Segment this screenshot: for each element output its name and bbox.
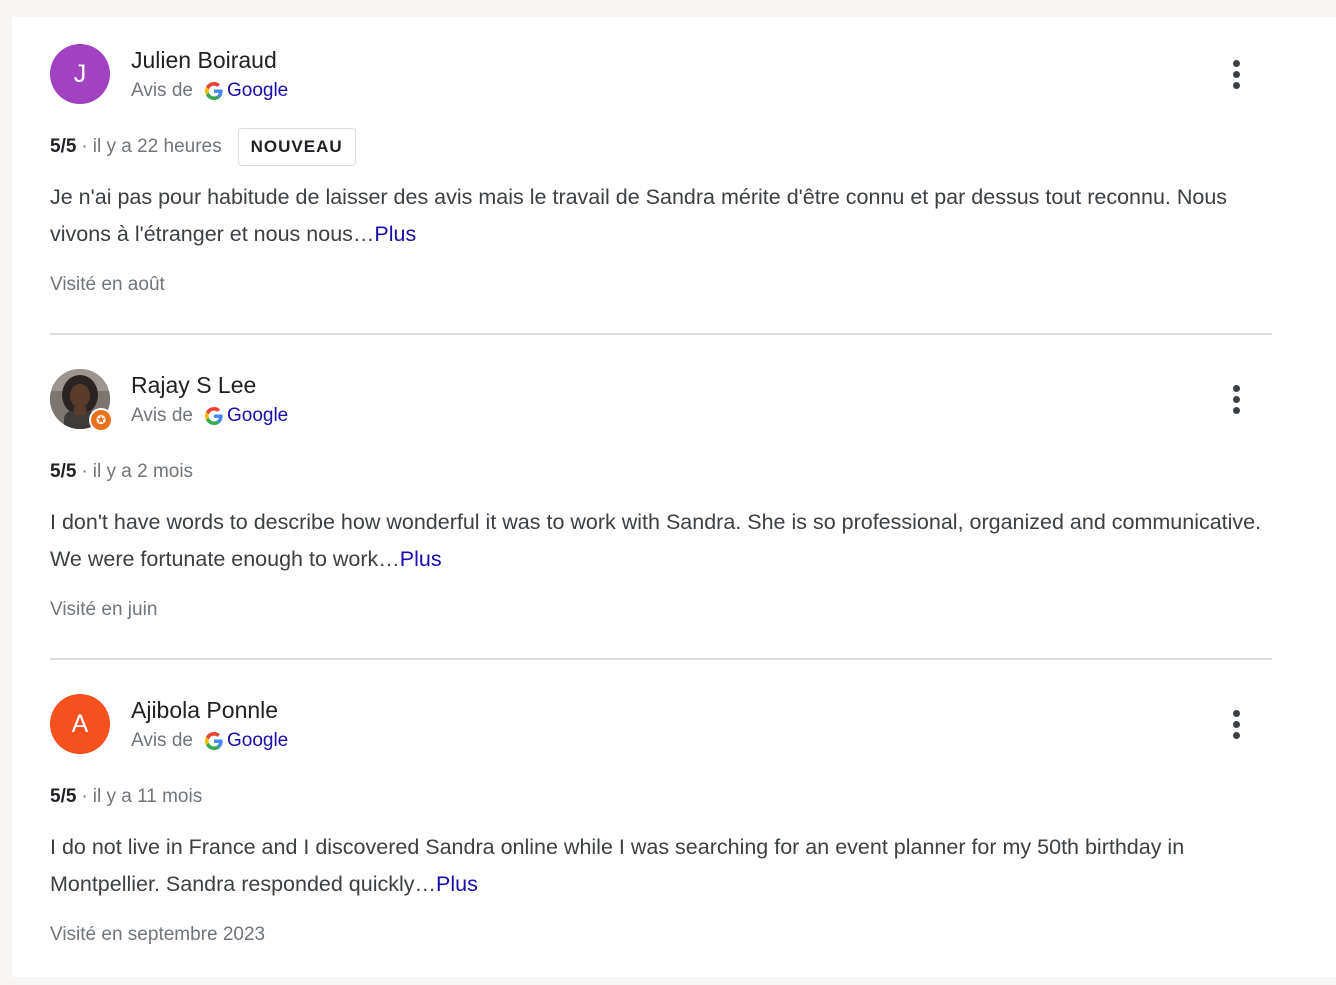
review-body: I don't have words to describe how wonde… <box>50 510 1262 571</box>
divider <box>50 658 1272 660</box>
source-prefix: Avis de <box>131 80 193 101</box>
visit-date: Visité en août <box>50 274 165 295</box>
more-vert-icon[interactable] <box>1222 55 1252 95</box>
avatar[interactable]: ✪ <box>50 369 113 432</box>
new-badge: NOUVEAU <box>237 128 356 166</box>
separator: · <box>81 136 88 157</box>
source-link[interactable]: Google <box>227 405 288 427</box>
more-vert-icon[interactable] <box>1222 705 1252 745</box>
avatar[interactable]: A <box>50 694 110 754</box>
menu-dot <box>1233 396 1240 403</box>
review-date: il y a 11 mois <box>92 786 203 807</box>
menu-dot <box>1233 407 1240 414</box>
review-card: J Julien Boiraud Avis de Google 5/5 · il… <box>50 17 1272 335</box>
more-link[interactable]: Plus <box>436 872 478 896</box>
rating: 5/5 <box>50 786 77 807</box>
source-link[interactable]: Google <box>227 730 288 752</box>
google-g-icon <box>204 732 223 750</box>
star-badge-icon: ✪ <box>89 408 113 432</box>
review-source: Avis de Google <box>131 730 288 752</box>
menu-dot <box>1233 60 1240 67</box>
review-date: il y a 22 heures <box>92 136 222 157</box>
divider <box>50 333 1272 335</box>
review-body: I do not live in France and I discovered… <box>50 835 1185 896</box>
review-text: Je n'ai pas pour habitude de laisser des… <box>50 179 1272 253</box>
review-source: Avis de Google <box>131 405 288 427</box>
author-name[interactable]: Rajay S Lee <box>131 372 256 398</box>
review-meta: 5/5 · il y a 2 mois <box>50 452 193 492</box>
menu-dot <box>1233 710 1240 717</box>
avatar[interactable]: J <box>50 44 110 104</box>
separator: · <box>81 461 88 482</box>
more-link[interactable]: Plus <box>400 547 442 571</box>
review-text: I do not live in France and I discovered… <box>50 829 1272 903</box>
author-name[interactable]: Ajibola Ponnle <box>131 697 278 723</box>
review-body: Je n'ai pas pour habitude de laisser des… <box>50 185 1228 246</box>
menu-dot <box>1233 385 1240 392</box>
menu-dot <box>1233 82 1240 89</box>
source-prefix: Avis de <box>131 405 193 426</box>
more-link[interactable]: Plus <box>374 222 416 246</box>
review-date: il y a 2 mois <box>92 461 194 482</box>
reviews-panel: J Julien Boiraud Avis de Google 5/5 · il… <box>12 17 1336 977</box>
source-link[interactable]: Google <box>227 80 288 102</box>
google-g-icon <box>204 407 223 425</box>
rating: 5/5 <box>50 461 77 482</box>
avatar-letter: A <box>71 710 89 738</box>
separator: · <box>81 786 88 807</box>
review-meta: 5/5 · il y a 22 heures NOUVEAU <box>50 127 356 167</box>
source-prefix: Avis de <box>131 730 193 751</box>
menu-dot <box>1233 732 1240 739</box>
more-vert-icon[interactable] <box>1222 380 1252 420</box>
google-g-icon <box>204 82 223 100</box>
visit-date: Visité en septembre 2023 <box>50 924 266 945</box>
menu-dot <box>1233 721 1240 728</box>
menu-dot <box>1233 71 1240 78</box>
avatar-letter: J <box>73 60 87 88</box>
review-text: I don't have words to describe how wonde… <box>50 504 1272 578</box>
review-card: A Ajibola Ponnle Avis de Google 5/5 · il… <box>50 667 1272 985</box>
visit-date: Visité en juin <box>50 599 158 620</box>
review-meta: 5/5 · il y a 11 mois <box>50 777 202 817</box>
review-source: Avis de Google <box>131 80 288 102</box>
review-card: ✪ Rajay S Lee Avis de Google 5/5 · il y <box>50 342 1272 660</box>
author-name[interactable]: Julien Boiraud <box>131 47 277 73</box>
rating: 5/5 <box>50 136 77 157</box>
